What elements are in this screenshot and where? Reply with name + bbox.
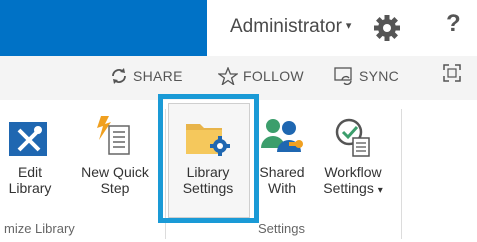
user-menu[interactable]: Administrator ▾ [230,16,351,38]
group-separator [401,109,402,239]
shared-with-label-1: Shared [259,164,305,180]
sync-label: SYNC [359,68,400,84]
share-label: SHARE [133,68,183,84]
quick-step-icon [97,116,130,155]
workflow-settings-label-1: Workflow [324,164,382,180]
brand-bar [0,0,207,56]
share-button[interactable]: SHARE [110,67,183,85]
workflow-settings-label-2: Settings ▾ [314,180,392,199]
edit-library-label-2: Library [8,180,52,196]
focus-highlight-box [158,94,259,223]
follow-button[interactable]: FOLLOW [217,66,304,87]
new-quick-step-button[interactable]: New Quick Step [72,110,158,196]
edit-library-label-1: Edit [17,164,43,180]
focus-mode-icon[interactable] [442,63,462,88]
sync-icon [334,67,352,86]
gear-icon[interactable] [372,13,402,43]
shared-with-button[interactable]: Shared With [254,110,310,196]
follow-label: FOLLOW [243,68,304,84]
share-icon [112,68,126,84]
people-icon [261,119,303,152]
help-icon[interactable]: ? [446,10,461,38]
workflow-settings-label-text: Settings [323,180,374,196]
group-label-customize-library: mize Library [4,221,75,236]
workflow-settings-button[interactable]: Workflow Settings ▾ [314,110,392,199]
chevron-down-icon: ▾ [377,185,383,196]
sync-button[interactable]: SYNC [334,67,400,86]
tools-icon [9,122,47,156]
workflow-icon [335,118,370,157]
star-icon [217,66,239,87]
chevron-down-icon: ▾ [345,20,352,32]
shared-with-label-2: With [268,180,296,196]
edit-library-button[interactable]: Edit Library [0,110,64,196]
user-name: Administrator [230,16,342,37]
new-quick-step-label-2: Step [100,180,130,196]
group-label-settings: Settings [258,221,305,236]
new-quick-step-label-1: New Quick [81,164,149,180]
